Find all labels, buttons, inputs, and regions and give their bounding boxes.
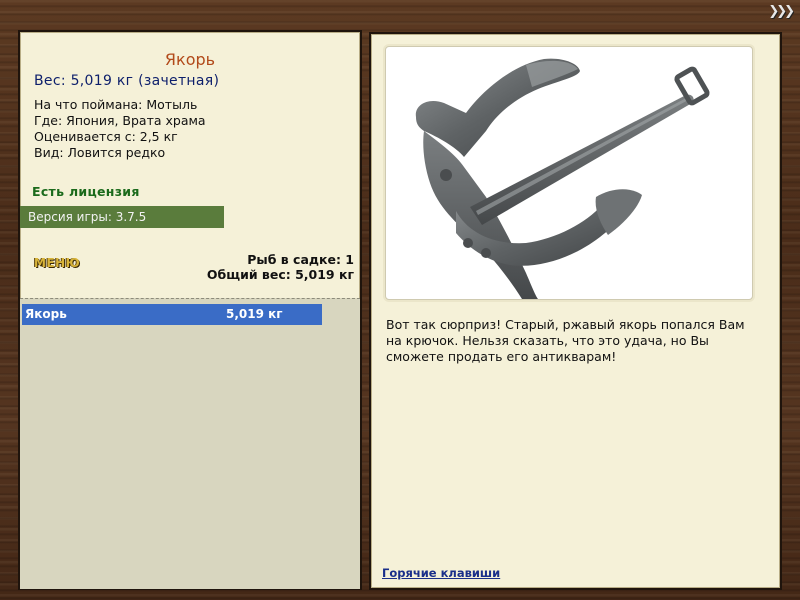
cage-total-weight: Общий вес: 5,019 кг <box>206 267 354 282</box>
list-item[interactable]: Якорь 5,019 кг <box>22 304 322 325</box>
catch-name: Якорь <box>25 307 67 321</box>
cage-count: Рыб в садке: 1 <box>247 252 354 267</box>
item-image-frame <box>385 46 753 300</box>
caught-on-text: На что поймана: Мотыль <box>34 97 198 112</box>
valued-from-text: Оценивается с: 2,5 кг <box>34 129 178 144</box>
menu-button[interactable]: МЕНЮ <box>34 256 80 270</box>
item-description: Вот так сюрприз! Старый, ржавый якорь по… <box>386 317 745 364</box>
license-status: Есть лицензия <box>32 184 140 199</box>
kind-text: Вид: Ловится редко <box>34 145 166 160</box>
hotkeys-link[interactable]: Горячие клавиши <box>382 566 500 580</box>
expand-arrows-icon[interactable]: ❯❯❯ <box>768 4 795 19</box>
game-version: Версия игры: 3.7.5 <box>20 206 224 228</box>
location-text: Где: Япония, Врата храма <box>34 113 206 128</box>
item-weight: Вес: 5,019 кг (зачетная) <box>34 73 220 89</box>
anchor-icon <box>415 58 710 299</box>
fish-info-panel: Якорь Вес: 5,019 кг (зачетная) На что по… <box>18 30 362 590</box>
catch-list: Якорь 5,019 кг <box>20 298 360 589</box>
description-panel: Вот так сюрприз! Старый, ржавый якорь по… <box>369 32 782 590</box>
item-title: Якорь <box>164 50 216 69</box>
catch-weight: 5,019 кг <box>226 307 283 321</box>
